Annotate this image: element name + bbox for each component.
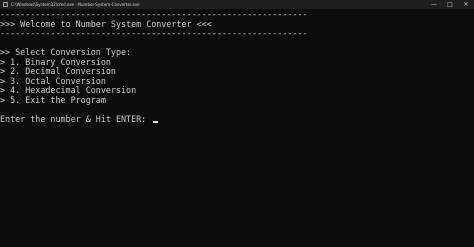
menu-option-exit: > 5. Exit the Program [0,94,106,105]
title-bar[interactable]: C:\Windows\System32\cmd.exe - Number-Sys… [0,0,474,9]
close-button[interactable]: ✕ [458,0,474,9]
window-controls: — □ ✕ [426,0,474,9]
cmd-app-icon [3,2,8,7]
window-title: C:\Windows\System32\cmd.exe - Number-Sys… [11,2,140,7]
input-prompt: Enter the number & Hit ENTER: [0,113,152,124]
separator-line-bottom: ----------------------------------------… [0,28,308,38]
console-window: C:\Windows\System32\cmd.exe - Number-Sys… [0,0,474,247]
terminal-output[interactable]: ----------------------------------------… [0,9,474,247]
minimize-button[interactable]: — [426,0,442,9]
text-cursor[interactable] [153,120,159,123]
maximize-button[interactable]: □ [442,0,458,9]
input-prompt-line[interactable]: Enter the number & Hit ENTER: [0,113,474,125]
